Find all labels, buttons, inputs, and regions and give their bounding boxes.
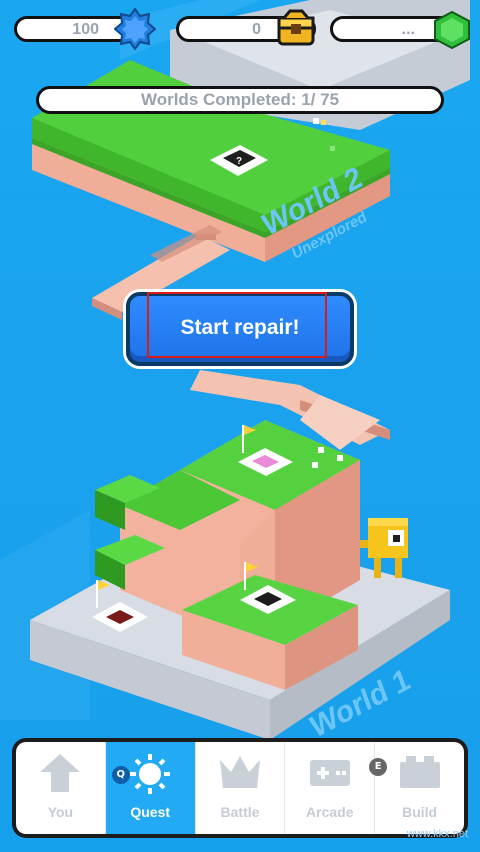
tab-arcade[interactable]: Arcade	[285, 742, 376, 834]
arrow-up-icon	[40, 754, 81, 792]
tab-you-label: You	[47, 804, 74, 820]
highlight-box	[147, 292, 327, 358]
tab-battle-label: Battle	[220, 804, 260, 820]
world-map-scene: ?	[0, 0, 470, 740]
tab-quest[interactable]: Q Quest	[105, 742, 196, 834]
sun-icon	[130, 754, 171, 794]
stars-value: 100	[72, 21, 99, 38]
tab-arcade-label: Arcade	[306, 804, 354, 820]
green-gem-icon	[434, 10, 470, 50]
watermark-text: www.kkx.net	[406, 828, 468, 840]
treasure-chest-icon	[277, 9, 315, 46]
quest-hotkey-badge: Q	[111, 766, 130, 784]
bottom-navigation: You Q Quest Battle Arcade E Build	[12, 738, 468, 838]
chests-value: 0	[252, 21, 261, 38]
tab-quest-label: Quest	[130, 804, 171, 820]
gems-value: ...	[401, 21, 415, 38]
tab-battle[interactable]: Battle	[196, 742, 286, 834]
tab-build-label: Build	[402, 804, 438, 820]
svg-text:?: ?	[236, 156, 242, 167]
build-hotkey-badge: E	[369, 758, 388, 776]
tab-you[interactable]: You	[16, 742, 106, 834]
tab-build[interactable]: E Build	[369, 742, 464, 834]
worlds-completed-text: Worlds Completed: 1/ 75	[140, 90, 340, 109]
star-badge-icon	[114, 8, 156, 50]
brick-icon	[399, 756, 440, 788]
gamepad-icon	[309, 760, 350, 786]
crown-icon	[219, 756, 260, 788]
worlds-completed-bar: Worlds Completed: 1/ 75	[36, 86, 444, 114]
